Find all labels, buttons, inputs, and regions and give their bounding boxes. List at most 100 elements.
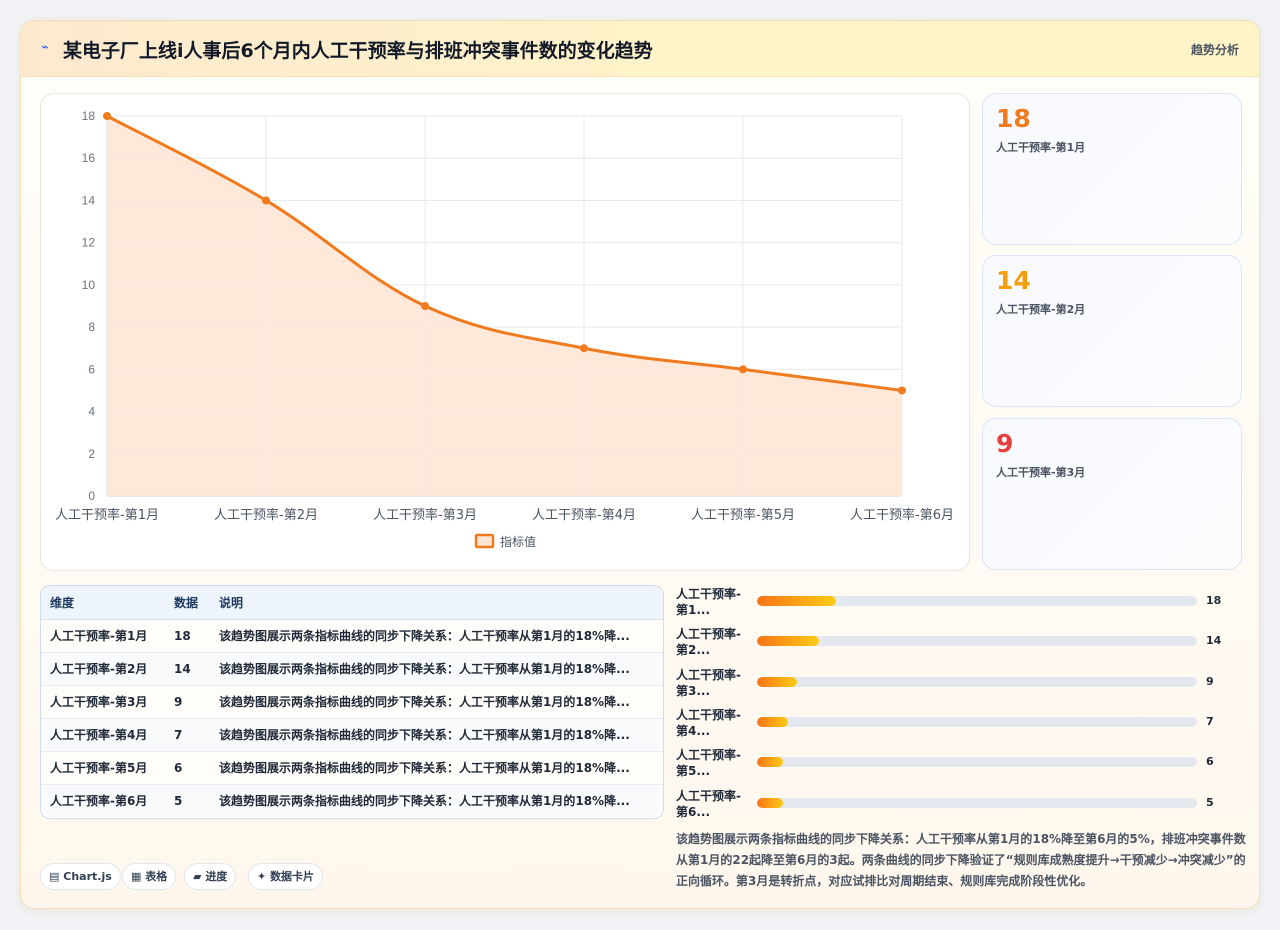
column-header: 数据 <box>165 586 210 620</box>
stat-card-1: 18 人工干预率-第1月 <box>982 93 1242 245</box>
tag-progress[interactable]: ▰ 进度 <box>184 863 237 890</box>
y-tick-label: 0 <box>88 489 95 503</box>
tag-datacard[interactable]: ✦ 数据卡片 <box>248 863 324 890</box>
progress-track <box>757 757 1197 768</box>
progress-track <box>757 596 1197 606</box>
cell-value: 5 <box>174 793 183 808</box>
y-tick-label: 2 <box>88 447 95 461</box>
chart-icon: ▤ <box>49 870 60 883</box>
progress-track <box>757 716 1197 727</box>
cell-value: 9 <box>165 685 210 719</box>
stat-card-2: 14 人工干预率-第2月 <box>982 255 1242 407</box>
progress-value: 18 <box>1206 594 1222 607</box>
progress-fill <box>757 596 837 606</box>
cell-note: 该趋势图展示两条指标曲线的同步下降关系：人工干预率从第1月的18%降... <box>210 718 663 752</box>
data-table: 维度 数据 说明 人工干预率-第1月 18 该趋势图展示两条指标曲线的同步下降关… <box>40 585 664 819</box>
table-row: 人工干预率-第5月 6 该趋势图展示两条指标曲线的同步下降关系：人工干预率从第1… <box>41 751 663 785</box>
progress-fill <box>757 757 784 768</box>
y-tick-label: 16 <box>82 151 96 165</box>
tag-label: 进度 <box>205 870 228 883</box>
progress-row: 人工干预率-第2... 14 <box>676 624 1246 660</box>
legend-label: 指标值 <box>500 534 536 549</box>
progress-list: 人工干预率-第1... 18 人工干预率-第2... 14 人工干预率-第3... 9 人工… <box>676 584 1246 824</box>
progress-track <box>757 797 1197 808</box>
page-title: 某电子厂上线i人事后6个月内人工干预率与排班冲突事件数的变化趋势 <box>63 40 653 62</box>
dashboard-card: ⌁ 某电子厂上线i人事后6个月内人工干预率与排班冲突事件数的变化趋势 趋势分析 … <box>20 20 1260 909</box>
y-tick-label: 6 <box>88 362 95 376</box>
progress-track <box>757 636 1197 647</box>
y-tick-label: 4 <box>88 405 95 419</box>
progress-fill <box>757 676 797 687</box>
progress-value: 14 <box>1206 634 1222 648</box>
progress-value: 6 <box>1206 755 1214 769</box>
table-row: 人工干预率-第1月 18 该趋势图展示两条指标曲线的同步下降关系：人工干预率从第… <box>41 619 663 653</box>
table-icon: ▦ <box>131 870 142 883</box>
table-row: 人工干预率-第6月 5 该趋势图展示两条指标曲线的同步下降关系：人工干预率从第1… <box>41 784 663 817</box>
progress-icon: ▰ <box>193 870 202 883</box>
line-chart: 0 2 4 6 8 10 12 14 16 18 人工干预率-第1月 人工干预率-第2月 人工干预率-第… <box>55 109 954 549</box>
progress-label: 人工干预率-第4... <box>676 707 741 738</box>
x-tick-label: 人工干预率-第6月 <box>850 507 954 523</box>
tag-chartjs[interactable]: ▤ Chart.js <box>40 863 121 890</box>
stat-value: 9 <box>996 429 1014 458</box>
progress-fill <box>757 636 819 647</box>
cell-dimension: 人工干预率-第3月 <box>41 685 165 719</box>
y-tick-label: 14 <box>82 193 96 207</box>
progress-value: 9 <box>1206 674 1214 688</box>
progress-label: 人工干预率-第1... <box>676 587 741 617</box>
cell-dimension: 人工干预率-第5月 <box>41 751 165 785</box>
cell-note: 该趋势图展示两条指标曲线的同步下降关系：人工干预率从第1月的18%降... <box>210 685 663 719</box>
progress-row: 人工干预率-第4... 7 <box>676 705 1246 741</box>
tag-label: 数据卡片 <box>270 870 315 883</box>
line-chart-panel: 0 2 4 6 8 10 12 14 16 18 人工干预率-第1月 人工干预率-第2月 人工干预率-第… <box>40 93 970 571</box>
progress-label: 人工干预率-第3... <box>676 667 741 698</box>
progress-row: 人工干预率-第5... 6 <box>676 745 1246 781</box>
table-header-row: 维度 数据 说明 <box>41 586 663 620</box>
column-header: 维度 <box>41 586 165 620</box>
tag-label: 表格 <box>145 870 168 883</box>
cell-value: 14 <box>165 652 210 686</box>
x-tick-label: 人工干预率-第1月 <box>55 507 159 523</box>
x-tick-label: 人工干预率-第2月 <box>214 507 318 523</box>
cell-dimension: 人工干预率-第4月 <box>41 718 165 752</box>
cell-dimension: 人工干预率-第1月 <box>41 619 165 653</box>
legend-swatch <box>474 533 495 549</box>
stat-value: 18 <box>996 104 1031 133</box>
stat-card-3: 9 人工干预率-第3月 <box>982 418 1242 570</box>
progress-row: 人工干预率-第6... 5 <box>676 786 1246 822</box>
column-header: 说明 <box>210 586 663 620</box>
stat-label: 人工干预率-第3月 <box>996 466 1086 479</box>
cell-value: 18 <box>165 619 210 653</box>
progress-label: 人工干预率-第5... <box>676 748 741 779</box>
cell-dimension: 人工干预率-第2月 <box>41 652 165 686</box>
table-row: 人工干预率-第3月 9 该趋势图展示两条指标曲线的同步下降关系：人工干预率从第1… <box>41 685 663 719</box>
progress-row: 人工干预率-第1... 18 <box>676 584 1246 620</box>
cell-note: 该趋势图展示两条指标曲线的同步下降关系：人工干预率从第1月的18%降... <box>210 619 663 653</box>
y-tick-label: 8 <box>88 320 95 334</box>
trend-icon: ⌁ <box>41 40 49 55</box>
tag-table[interactable]: ▦ 表格 <box>122 863 177 890</box>
stat-label: 人工干预率-第2月 <box>996 303 1086 316</box>
cell-note: 该趋势图展示两条指标曲线的同步下降关系：人工干预率从第1月的18%降... <box>210 652 663 686</box>
progress-track <box>757 676 1197 687</box>
data-point <box>421 302 429 310</box>
data-point <box>898 386 906 395</box>
series-area <box>107 116 902 496</box>
cell-dimension: 人工干预率-第6月 <box>50 794 148 809</box>
header-tag: 趋势分析 <box>1190 43 1239 57</box>
sparkle-icon: ✦ <box>257 870 267 883</box>
cell-value: 6 <box>165 751 210 785</box>
cell-note: 该趋势图展示两条指标曲线的同步下降关系：人工干预率从第1月的18%降... <box>219 794 630 809</box>
cell-note: 该趋势图展示两条指标曲线的同步下降关系：人工干预率从第1月的18%降... <box>210 751 663 785</box>
x-tick-label: 人工干预率-第5月 <box>691 507 795 523</box>
data-point <box>262 196 270 205</box>
description-text: 该趋势图展示两条指标曲线的同步下降关系：人工干预率从第1月的18%降至第6月的5… <box>676 832 1246 888</box>
progress-label: 人工干预率-第2... <box>676 627 741 658</box>
data-point <box>739 365 747 374</box>
progress-value: 7 <box>1206 714 1214 728</box>
progress-label: 人工干预率-第6... <box>676 788 741 819</box>
progress-value: 5 <box>1206 795 1214 809</box>
x-tick-label: 人工干预率-第3月 <box>373 507 477 523</box>
y-tick-label: 18 <box>82 109 96 123</box>
stat-value: 14 <box>996 266 1031 295</box>
